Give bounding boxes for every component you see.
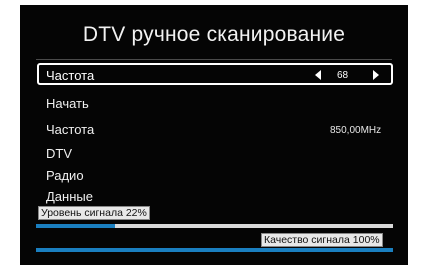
start-scan-item[interactable]: Начать: [46, 96, 89, 111]
triangle-right-icon[interactable]: [373, 70, 379, 80]
frequency-selector-label: Частота: [46, 68, 95, 83]
signal-level-fill: [36, 224, 115, 228]
frequency-info-label: Частота: [46, 122, 95, 137]
dtv-count-label: DTV: [46, 146, 72, 161]
signal-quality-bar: [36, 248, 393, 252]
signal-level-bar: [36, 224, 393, 228]
triangle-left-icon[interactable]: [315, 70, 321, 80]
title-divider: [36, 59, 392, 60]
signal-quality-fill: [36, 248, 393, 252]
page-title: DTV ручное сканирование: [82, 23, 346, 46]
frequency-info-value: 850,00MHz: [330, 125, 382, 136]
frequency-channel-selector[interactable]: Частота 68: [37, 63, 393, 85]
data-count-label: Данные: [46, 189, 93, 204]
channel-value: 68: [337, 70, 349, 81]
radio-count-label: Радио: [46, 168, 84, 183]
signal-level-label: Уровень сигнала 22%: [38, 206, 150, 220]
signal-quality-label: Качество сигнала 100%: [261, 233, 383, 247]
tv-menu-screen: DTV ручное сканирование Частота 68 Начат…: [20, 5, 408, 265]
